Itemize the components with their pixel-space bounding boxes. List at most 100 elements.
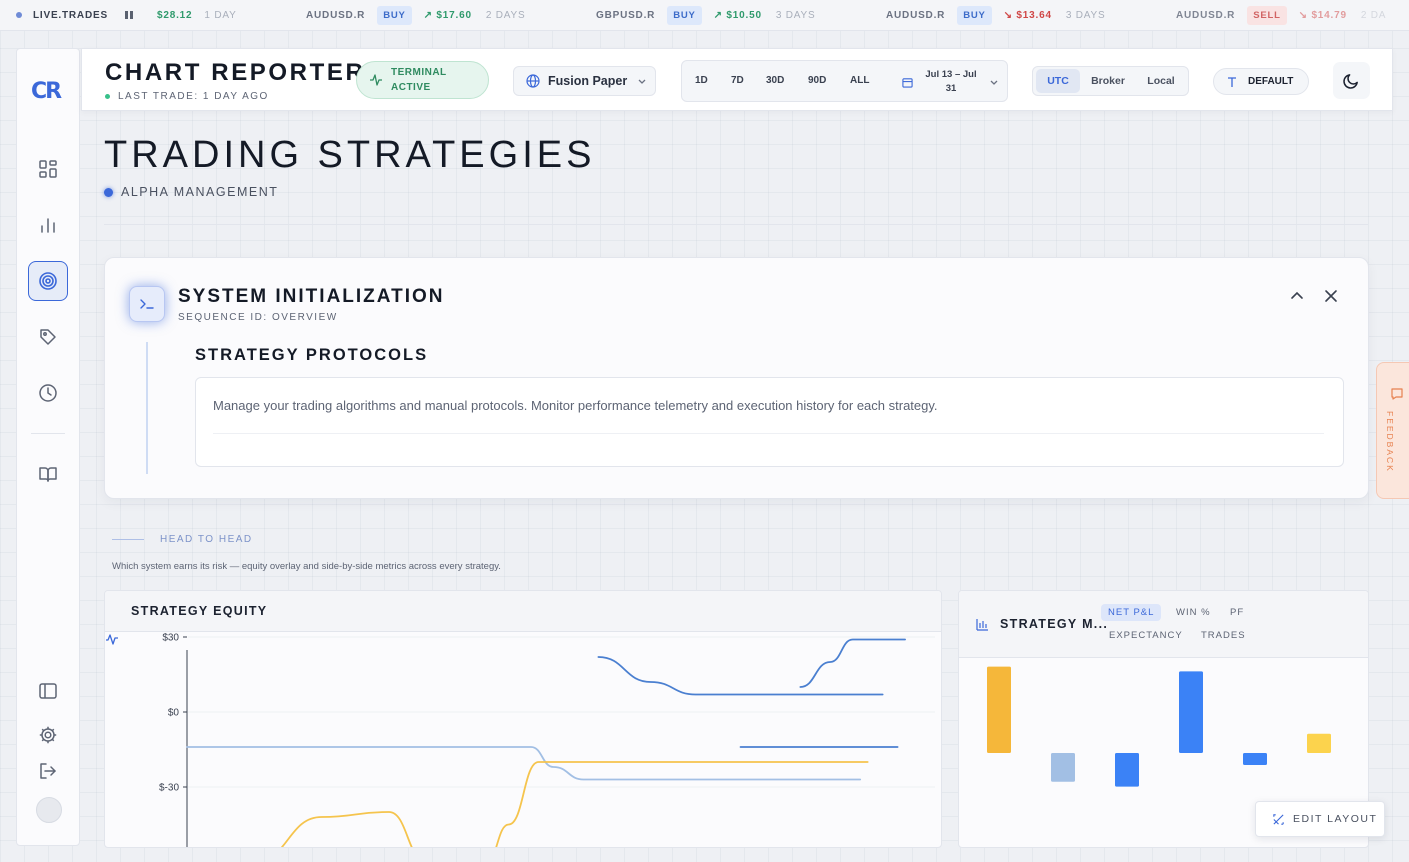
ticker-item: $28.12 1 DAY xyxy=(157,0,237,30)
nav-tags[interactable] xyxy=(28,317,68,357)
ticker-age: 3 DAYS xyxy=(1065,10,1106,21)
pause-icon[interactable] xyxy=(124,11,133,19)
bar xyxy=(987,666,1011,753)
bar xyxy=(1243,753,1267,765)
panel-header: STRATEGY M... NET P&L WIN % PF EXPECTANC… xyxy=(959,591,1368,658)
section-rule xyxy=(112,539,144,540)
live-dot xyxy=(16,12,22,18)
chevron-up-icon[interactable] xyxy=(1289,288,1305,304)
panel-title: STRATEGY M... xyxy=(1000,617,1109,631)
logout-button[interactable] xyxy=(28,751,68,791)
avatar[interactable] xyxy=(36,797,62,823)
page-divider xyxy=(104,224,1368,225)
live-trades-ticker: LIVE.TRADES $28.12 1 DAY AUDUSD.R BUY ↗ … xyxy=(0,0,1409,31)
tz-utc-button[interactable]: UTC xyxy=(1036,69,1080,93)
globe-icon xyxy=(526,74,540,88)
ticker-item: AUDUSD.R BUY ↘ $13.64 3 DAYS xyxy=(886,0,1106,30)
section-description: Which system earns its risk — equity ove… xyxy=(112,561,501,572)
ticker-item: AUDUSD.R SELL ↘ $14.79 2 DA xyxy=(1176,0,1386,30)
gear-icon xyxy=(39,726,57,744)
last-trade-status: LAST TRADE: 1 DAY AGO xyxy=(105,91,269,102)
date-range-label: Jul 13 – Jul 31 xyxy=(925,69,977,94)
toggle-sidebar-button[interactable] xyxy=(28,671,68,711)
target-icon xyxy=(39,272,57,290)
app-logo[interactable]: CR xyxy=(31,79,62,104)
description-divider xyxy=(213,433,1324,434)
ticker-symbol: AUDUSD.R xyxy=(306,10,366,21)
ticker-side-badge: BUY xyxy=(377,6,412,25)
feedback-tab[interactable]: FEEDBACK xyxy=(1376,362,1409,499)
sidebar-divider xyxy=(31,433,65,434)
page-title: TRADING STRATEGIES xyxy=(104,134,596,176)
tag-icon xyxy=(40,329,56,345)
ticker-symbol: AUDUSD.R xyxy=(1176,10,1236,21)
settings-button[interactable] xyxy=(28,715,68,755)
tab-win-rate[interactable]: WIN % xyxy=(1169,604,1218,621)
nav-strategies[interactable] xyxy=(28,261,68,301)
chart-bars-icon xyxy=(41,218,55,233)
account-label: Fusion Paper xyxy=(548,74,628,88)
nav-analytics[interactable] xyxy=(28,205,68,245)
layout-edit-icon xyxy=(1273,813,1284,825)
ticker-symbol: AUDUSD.R xyxy=(886,10,946,21)
close-icon[interactable] xyxy=(1323,288,1339,304)
bar xyxy=(1115,753,1139,787)
status-badge-label: TERMINAL ACTIVE xyxy=(391,67,447,93)
range-90d-button[interactable]: 90D xyxy=(808,75,826,86)
live-indicator: LIVE.TRADES xyxy=(0,10,108,21)
app-title: CHART REPORTER xyxy=(105,59,366,86)
text-icon xyxy=(1228,76,1236,87)
tab-trades[interactable]: TRADES xyxy=(1194,627,1253,644)
range-all-button[interactable]: ALL xyxy=(850,75,869,86)
range-7d-button[interactable]: 7D xyxy=(731,75,744,86)
ticker-age: 3 DAYS xyxy=(775,10,816,21)
section-title: STRATEGY PROTOCOLS xyxy=(195,346,429,364)
section-eyebrow: HEAD TO HEAD xyxy=(160,534,253,545)
nav-dashboard[interactable] xyxy=(28,149,68,189)
status-badge: TERMINAL ACTIVE xyxy=(356,61,489,99)
protocol-description-box: Manage your trading algorithms and manua… xyxy=(195,377,1344,467)
top-header: CHART REPORTER LAST TRADE: 1 DAY AGO TER… xyxy=(81,48,1393,111)
ticker-item: GBPUSD.R BUY ↗ $10.50 3 DAYS xyxy=(596,0,816,30)
chevron-down-icon xyxy=(990,80,998,85)
template-selector[interactable]: DEFAULT xyxy=(1213,68,1309,95)
chevron-down-icon xyxy=(638,79,646,84)
clock-icon xyxy=(39,384,57,402)
series-line xyxy=(280,761,869,847)
series-line xyxy=(186,746,862,781)
ticker-side-badge: BUY xyxy=(667,6,702,25)
tz-broker-button[interactable]: Broker xyxy=(1083,69,1133,93)
tab-net-pnl[interactable]: NET P&L xyxy=(1101,604,1162,621)
tab-profit-factor[interactable]: PF xyxy=(1223,604,1251,621)
page-subtitle: ALPHA MANAGEMENT xyxy=(104,185,278,199)
series-line xyxy=(799,638,906,688)
template-label: DEFAULT xyxy=(1248,76,1294,87)
timezone-selector: UTC Broker Local xyxy=(1032,66,1189,96)
date-picker[interactable]: Jul 13 – Jul 31 xyxy=(902,68,999,96)
pulse-icon xyxy=(370,74,382,86)
tz-local-button[interactable]: Local xyxy=(1137,69,1185,93)
tab-expectancy[interactable]: EXPECTANCY xyxy=(1102,627,1190,644)
calendar-icon xyxy=(902,77,913,88)
status-dot xyxy=(105,94,110,99)
chat-icon xyxy=(1391,388,1403,400)
bar xyxy=(1179,671,1203,753)
theme-toggle-button[interactable] xyxy=(1333,62,1370,99)
system-initialization-card: SYSTEM INITIALIZATION SEQUENCE ID: OVERV… xyxy=(104,257,1369,499)
date-range-selector: 1D 7D 30D 90D ALL Jul 13 – Jul 31 xyxy=(681,60,1008,102)
sequence-id: SEQUENCE ID: OVERVIEW xyxy=(178,312,338,323)
ticker-side-badge: SELL xyxy=(1247,6,1287,25)
panel-header: STRATEGY EQUITY xyxy=(105,591,941,645)
ticker-item: AUDUSD.R BUY ↗ $17.60 2 DAYS xyxy=(306,0,525,30)
account-selector[interactable]: Fusion Paper xyxy=(513,66,656,96)
nav-journal[interactable] xyxy=(28,454,68,494)
range-30d-button[interactable]: 30D xyxy=(766,75,784,86)
ticker-amount: ↘ $13.64 xyxy=(1003,10,1052,21)
feedback-label: FEEDBACK xyxy=(1385,411,1395,473)
y-tick-label: $-30 xyxy=(159,783,179,794)
range-1d-button[interactable]: 1D xyxy=(695,75,708,86)
edit-layout-label: EDIT LAYOUT xyxy=(1293,813,1378,825)
edit-layout-button[interactable]: EDIT LAYOUT xyxy=(1255,801,1385,837)
nav-history[interactable] xyxy=(28,373,68,413)
moon-icon xyxy=(1343,74,1358,89)
